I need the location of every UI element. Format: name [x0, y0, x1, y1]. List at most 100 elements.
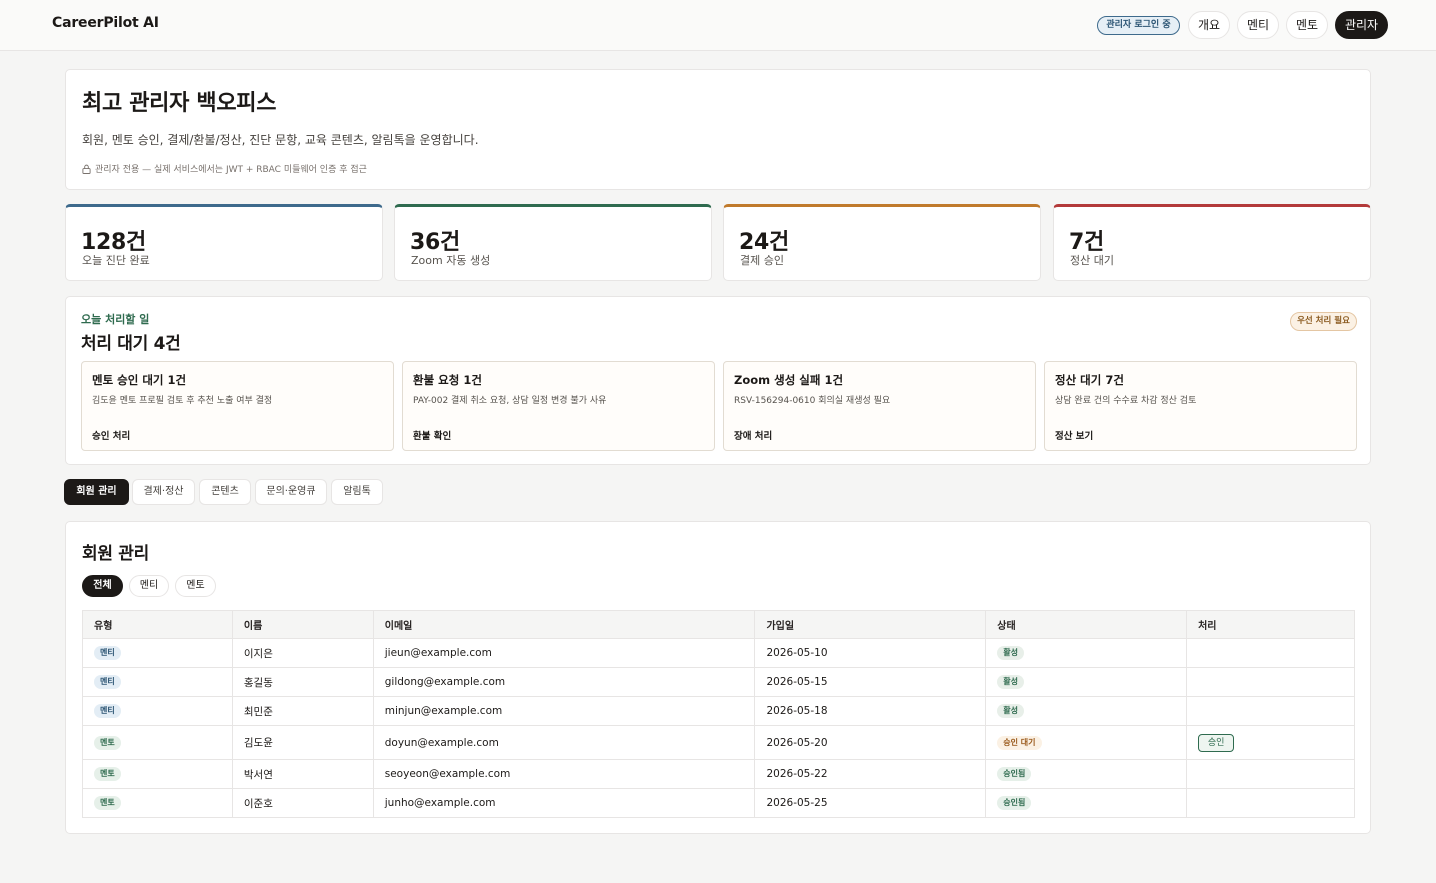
column-header: 이름 [231, 610, 374, 639]
type-badge: 멘토 [94, 767, 121, 781]
task-action-link[interactable]: 환불 확인 [413, 428, 451, 442]
member-name: 이준호 [231, 788, 374, 818]
tab-payments[interactable]: 결제·정산 [132, 479, 195, 505]
nav-admin[interactable]: 관리자 [1335, 11, 1388, 39]
stat-card-settlement: 7건 정산 대기 [1053, 204, 1371, 281]
admin-hero-card: 최고 관리자 백오피스 회원, 멘토 승인, 결제/환불/정산, 진단 문항, … [65, 69, 1371, 190]
table-row: 멘토 김도윤 doyun@example.com 2026-05-20 승인 대… [82, 725, 1355, 760]
task-action-link[interactable]: 정산 보기 [1055, 428, 1093, 442]
nav-mentor[interactable]: 멘토 [1286, 11, 1328, 39]
todo-title: 처리 대기 4건 [81, 334, 181, 354]
stat-card-zoom: 36건 Zoom 자동 생성 [394, 204, 712, 281]
approve-button[interactable]: 승인 [1198, 733, 1235, 752]
member-management-panel: 회원 관리 전체 멘티 멘토 유형 이름 이메일 가입일 상태 처리 멘티 이지… [65, 521, 1371, 834]
type-badge: 멘티 [94, 646, 121, 660]
status-badge: 활성 [997, 704, 1025, 718]
table-row: 멘티 홍길동 gildong@example.com 2026-05-15 활성 [82, 667, 1355, 697]
task-action-link[interactable]: 장애 처리 [734, 428, 772, 442]
stat-label: Zoom 자동 생성 [411, 254, 491, 267]
page-title: 최고 관리자 백오피스 [82, 91, 277, 116]
member-name: 이지은 [231, 638, 374, 668]
column-header: 유형 [82, 610, 233, 639]
column-header: 처리 [1186, 610, 1355, 639]
table-row: 멘토 이준호 junho@example.com 2026-05-25 승인됨 [82, 788, 1355, 818]
member-joined-date: 2026-05-25 [754, 788, 987, 818]
column-header: 상태 [985, 610, 1188, 639]
security-note: 관리자 전용 — 실제 서비스에서는 JWT + RBAC 미들웨어 인증 후 … [82, 162, 367, 175]
member-joined-date: 2026-05-18 [754, 696, 987, 726]
task-title: Zoom 생성 실패 1건 [734, 373, 844, 387]
task-card-zoom-failure[interactable]: Zoom 생성 실패 1건 RSV-156294-0610 회의실 재생성 필요… [723, 361, 1036, 451]
member-joined-date: 2026-05-10 [754, 638, 987, 668]
section-title: 회원 관리 [82, 544, 149, 564]
member-name: 박서연 [231, 759, 374, 789]
status-badge: 활성 [997, 675, 1025, 689]
task-description: RSV-156294-0610 회의실 재생성 필요 [734, 396, 891, 406]
task-title: 환불 요청 1건 [413, 373, 482, 387]
type-badge: 멘토 [94, 796, 121, 810]
filter-mentor[interactable]: 멘토 [175, 575, 216, 597]
action-cell [1186, 696, 1355, 726]
task-action-link[interactable]: 승인 처리 [92, 428, 130, 442]
task-card-mentor-approval[interactable]: 멘토 승인 대기 1건 김도윤 멘토 프로필 검토 후 추천 노출 여부 결정 … [81, 361, 394, 451]
action-cell [1186, 759, 1355, 789]
task-title: 정산 대기 7건 [1055, 373, 1124, 387]
status-badge: 승인됨 [997, 796, 1032, 810]
action-cell [1186, 788, 1355, 818]
tab-inquiries[interactable]: 문의·운영큐 [255, 479, 327, 505]
priority-badge: 우선 처리 필요 [1290, 312, 1357, 331]
column-header: 이메일 [372, 610, 756, 639]
member-email: doyun@example.com [372, 725, 756, 760]
stat-card-payment: 24건 결제 승인 [723, 204, 1041, 281]
type-badge: 멘티 [94, 675, 121, 689]
member-email: junho@example.com [372, 788, 756, 818]
member-joined-date: 2026-05-15 [754, 667, 987, 697]
action-cell [1186, 638, 1355, 668]
table-header-row: 유형 이름 이메일 가입일 상태 처리 [82, 610, 1355, 639]
stat-card-diagnosis: 128건 오늘 진단 완료 [65, 204, 383, 281]
member-email: minjun@example.com [372, 696, 756, 726]
type-badge: 멘티 [94, 704, 121, 718]
filter-all[interactable]: 전체 [82, 575, 123, 597]
nav-mentee[interactable]: 멘티 [1237, 11, 1279, 39]
stat-label: 오늘 진단 완료 [82, 254, 150, 267]
page-subtitle: 회원, 멘토 승인, 결제/환불/정산, 진단 문항, 교육 콘텐츠, 알림톡을… [82, 133, 479, 147]
tab-notifications[interactable]: 알림톡 [331, 479, 383, 505]
lock-icon [82, 164, 91, 174]
member-email: jieun@example.com [372, 638, 756, 668]
table-row: 멘토 박서연 seoyeon@example.com 2026-05-22 승인… [82, 759, 1355, 789]
member-email: seoyeon@example.com [372, 759, 756, 789]
tab-members[interactable]: 회원 관리 [64, 479, 129, 505]
stat-label: 결제 승인 [740, 254, 784, 267]
todo-panel: 오늘 처리할 일 처리 대기 4건 우선 처리 필요 멘토 승인 대기 1건 김… [65, 296, 1371, 465]
task-description: 김도윤 멘토 프로필 검토 후 추천 노출 여부 결정 [92, 396, 273, 406]
nav-overview[interactable]: 개요 [1188, 11, 1230, 39]
todo-kicker: 오늘 처리할 일 [81, 313, 150, 326]
admin-login-badge: 관리자 로그인 중 [1097, 16, 1180, 35]
task-title: 멘토 승인 대기 1건 [92, 373, 187, 387]
top-navigation-bar: CareerPilot AI 관리자 로그인 중 개요 멘티 멘토 관리자 [0, 0, 1436, 51]
action-cell [1186, 667, 1355, 697]
status-badge: 승인 대기 [997, 735, 1042, 750]
brand-logo[interactable]: CareerPilot AI [52, 15, 159, 31]
member-name: 최민준 [231, 696, 374, 726]
members-table: 유형 이름 이메일 가입일 상태 처리 멘티 이지은 jieun@example… [82, 610, 1355, 818]
member-name: 홍길동 [231, 667, 374, 697]
filter-mentee[interactable]: 멘티 [129, 575, 169, 597]
tab-content[interactable]: 콘텐츠 [199, 479, 251, 505]
stat-label: 정산 대기 [1070, 254, 1114, 267]
task-description: 상담 완료 건의 수수료 차감 정산 검토 [1055, 396, 1197, 406]
type-badge: 멘토 [94, 735, 121, 750]
member-name: 김도윤 [231, 725, 374, 760]
task-card-settlement[interactable]: 정산 대기 7건 상담 완료 건의 수수료 차감 정산 검토 정산 보기 [1044, 361, 1357, 451]
table-row: 멘티 이지은 jieun@example.com 2026-05-10 활성 [82, 638, 1355, 668]
status-badge: 승인됨 [997, 767, 1032, 781]
status-badge: 활성 [997, 646, 1025, 660]
member-joined-date: 2026-05-22 [754, 759, 987, 789]
task-card-refund[interactable]: 환불 요청 1건 PAY-002 결제 취소 요청, 상담 일정 변경 불가 사… [402, 361, 715, 451]
column-header: 가입일 [754, 610, 987, 639]
table-row: 멘티 최민준 minjun@example.com 2026-05-18 활성 [82, 696, 1355, 726]
security-note-text: 관리자 전용 — 실제 서비스에서는 JWT + RBAC 미들웨어 인증 후 … [95, 165, 367, 175]
member-joined-date: 2026-05-20 [754, 725, 987, 760]
member-email: gildong@example.com [372, 667, 756, 697]
